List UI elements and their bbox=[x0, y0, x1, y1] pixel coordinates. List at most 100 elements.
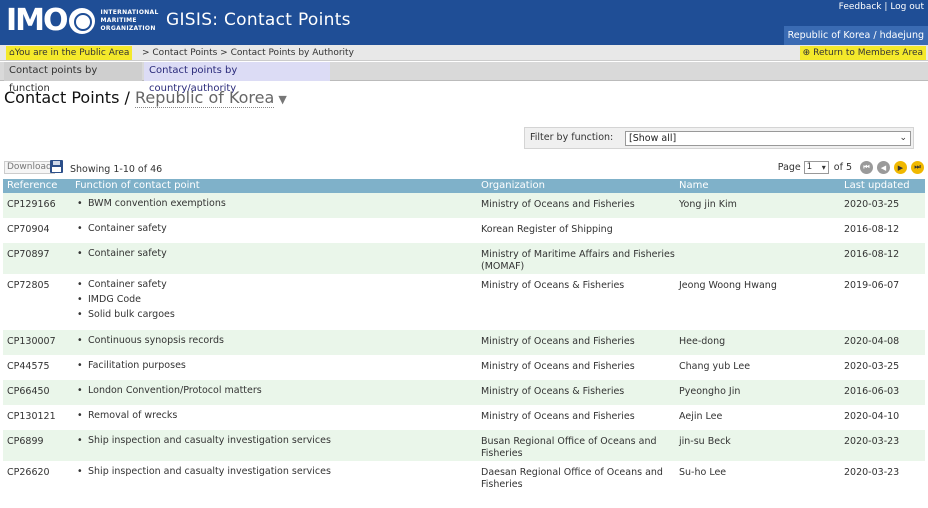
col-name[interactable]: Name bbox=[679, 180, 709, 191]
cell-reference[interactable]: CP130007 bbox=[7, 336, 56, 348]
function-item: Facilitation purposes bbox=[75, 358, 186, 374]
function-filter-select[interactable]: [Show all] ⌄ bbox=[625, 131, 911, 146]
cell-reference[interactable]: CP44575 bbox=[7, 361, 50, 373]
cell-function: Facilitation purposes bbox=[75, 358, 186, 374]
table-row[interactable]: CP70904 Container safety Korean Register o… bbox=[3, 218, 925, 243]
cell-name: jin-su Beck bbox=[679, 436, 731, 447]
cell-last-updated: 2016-06-03 bbox=[844, 386, 900, 397]
pagination: Page 1 of 5 ⏮ ◀ ▶ ⏭ bbox=[778, 160, 924, 175]
cell-function: London Convention/Protocol matters bbox=[75, 383, 262, 399]
cell-reference[interactable]: CP6899 bbox=[7, 436, 44, 448]
cell-last-updated: 2016-08-12 bbox=[844, 249, 900, 260]
cell-last-updated: 2020-04-08 bbox=[844, 336, 900, 347]
chevron-down-icon: ⌄ bbox=[899, 133, 907, 143]
function-item: Ship inspection and casualty investigati… bbox=[75, 464, 331, 480]
cell-organization: Daesan Regional Office of Oceans and Fis… bbox=[481, 467, 663, 490]
cell-function: Container safety bbox=[75, 246, 167, 262]
return-members-link[interactable]: ⊕ Return to Members Area bbox=[799, 46, 926, 60]
arrow-circle-icon: ⊕ bbox=[802, 48, 811, 58]
table-row[interactable]: CP66450 London Convention/Protocol matter… bbox=[3, 380, 925, 405]
tab-bar: Contact points by function Contact point… bbox=[0, 62, 928, 94]
country-selector[interactable]: Republic of Korea bbox=[134, 88, 275, 108]
logo-subtext: INTERNATIONAL MARITIME ORGANIZATION bbox=[100, 9, 159, 32]
cell-reference[interactable]: CP70904 bbox=[7, 224, 50, 236]
site-header: IMO INTERNATIONAL MARITIME ORGANIZATION … bbox=[0, 0, 928, 45]
table-header: Reference Function of contact point Orga… bbox=[3, 179, 925, 193]
cell-reference[interactable]: CP129166 bbox=[7, 199, 56, 211]
top-links: Feedback | Log out bbox=[838, 2, 924, 12]
table-row[interactable]: CP70897 Container safety Ministry of Marit… bbox=[3, 243, 925, 274]
public-area-badge[interactable]: ⌂You are in the Public Area bbox=[6, 46, 133, 60]
breadcrumb-bar: ⌂You are in the Public Area > Contact Po… bbox=[0, 45, 928, 61]
download-button[interactable]: Download bbox=[4, 161, 55, 174]
cell-organization: Ministry of Oceans & Fisheries bbox=[481, 386, 625, 397]
table-body: CP129166 BWM convention exemptions Ministr… bbox=[3, 193, 925, 495]
page-select[interactable]: 1 bbox=[803, 161, 829, 174]
page-total: of 5 bbox=[833, 162, 852, 173]
tab-by-country[interactable]: Contact points by country/authority bbox=[144, 62, 330, 94]
table-row[interactable]: CP130121 Removal of wrecks Ministry of Oce… bbox=[3, 405, 925, 430]
cell-organization: Busan Regional Office of Oceans and Fish… bbox=[481, 436, 657, 459]
contact-points-table: Reference Function of contact point Orga… bbox=[3, 179, 925, 495]
col-reference[interactable]: Reference bbox=[7, 180, 57, 191]
cell-name: Jeong Woong Hwang bbox=[679, 280, 777, 291]
results-count: Showing 1-10 of 46 bbox=[70, 164, 163, 175]
col-organization[interactable]: Organization bbox=[481, 180, 545, 191]
cell-last-updated: 2020-04-10 bbox=[844, 411, 900, 422]
cell-reference[interactable]: CP130121 bbox=[7, 411, 56, 423]
tab-by-function[interactable]: Contact points by function bbox=[4, 62, 142, 94]
last-page-icon[interactable]: ⏭ bbox=[911, 161, 924, 174]
cell-organization: Ministry of Oceans and Fisheries bbox=[481, 411, 635, 422]
table-row[interactable]: CP129166 BWM convention exemptions Ministr… bbox=[3, 193, 925, 218]
function-item: Container safety bbox=[75, 221, 167, 237]
cell-name: Chang yub Lee bbox=[679, 361, 751, 372]
table-row[interactable]: CP44575 Facilitation purposes Ministry of … bbox=[3, 355, 925, 380]
cell-function: Ship inspection and casualty investigati… bbox=[75, 464, 331, 480]
function-item: IMDG Code bbox=[75, 292, 175, 308]
function-item: Container safety bbox=[75, 277, 175, 293]
cell-last-updated: 2016-08-12 bbox=[844, 224, 900, 235]
function-item: Solid bulk cargoes bbox=[75, 307, 175, 323]
save-icon[interactable] bbox=[50, 160, 63, 173]
cell-reference[interactable]: CP66450 bbox=[7, 386, 50, 398]
cell-last-updated: 2020-03-25 bbox=[844, 361, 900, 372]
cell-reference[interactable]: CP70897 bbox=[7, 249, 50, 261]
cell-name: Aejin Lee bbox=[679, 411, 723, 422]
user-account[interactable]: Republic of Korea / hdaejung bbox=[783, 26, 928, 45]
logout-link[interactable]: Log out bbox=[890, 2, 924, 12]
cell-function: Container safety bbox=[75, 221, 167, 237]
cell-last-updated: 2019-06-07 bbox=[844, 280, 900, 291]
cell-function: Container safetyIMDG CodeSolid bulk carg… bbox=[75, 277, 175, 323]
globe-icon bbox=[68, 8, 95, 34]
table-row[interactable]: CP6899 Ship inspection and casualty inves… bbox=[3, 430, 925, 461]
filter-box: Filter by function: [Show all] ⌄ bbox=[524, 127, 914, 149]
function-item: London Convention/Protocol matters bbox=[75, 383, 262, 399]
table-row[interactable]: CP26620 Ship inspection and casualty inve… bbox=[3, 461, 925, 495]
next-page-icon[interactable]: ▶ bbox=[894, 161, 907, 174]
prev-page-icon[interactable]: ◀ bbox=[877, 161, 890, 174]
page-title: Contact Points / Republic of Korea ▼ bbox=[4, 88, 287, 108]
logo-text: IMO bbox=[6, 3, 69, 38]
table-row[interactable]: CP130007 Continuous synopsis records Minis… bbox=[3, 330, 925, 355]
feedback-link[interactable]: Feedback bbox=[839, 2, 882, 12]
caret-down-icon[interactable]: ▼ bbox=[278, 93, 286, 106]
breadcrumb[interactable]: > Contact Points > Contact Points by Aut… bbox=[142, 45, 354, 61]
cell-organization: Ministry of Oceans and Fisheries bbox=[481, 361, 635, 372]
table-row[interactable]: CP72805 Container safetyIMDG CodeSolid bu… bbox=[3, 274, 925, 330]
function-item: Removal of wrecks bbox=[75, 408, 177, 424]
imo-logo[interactable]: IMO INTERNATIONAL MARITIME ORGANIZATION bbox=[6, 4, 159, 38]
first-page-icon[interactable]: ⏮ bbox=[860, 161, 873, 174]
filter-label: Filter by function: bbox=[530, 132, 614, 143]
page-label: Page bbox=[777, 162, 801, 173]
cell-organization: Ministry of Maritime Affairs and Fisheri… bbox=[481, 249, 675, 272]
col-function[interactable]: Function of contact point bbox=[75, 180, 200, 191]
cell-reference[interactable]: CP26620 bbox=[7, 467, 50, 479]
function-item: BWM convention exemptions bbox=[75, 196, 226, 212]
col-last-updated[interactable]: Last updated bbox=[844, 180, 910, 191]
cell-name: Pyeongho Jin bbox=[679, 386, 741, 397]
app-title: GISIS: Contact Points bbox=[166, 10, 351, 30]
cell-organization: Ministry of Oceans and Fisheries bbox=[481, 199, 635, 210]
cell-function: BWM convention exemptions bbox=[75, 196, 226, 212]
cell-reference[interactable]: CP72805 bbox=[7, 280, 50, 292]
cell-last-updated: 2020-03-23 bbox=[844, 436, 900, 447]
